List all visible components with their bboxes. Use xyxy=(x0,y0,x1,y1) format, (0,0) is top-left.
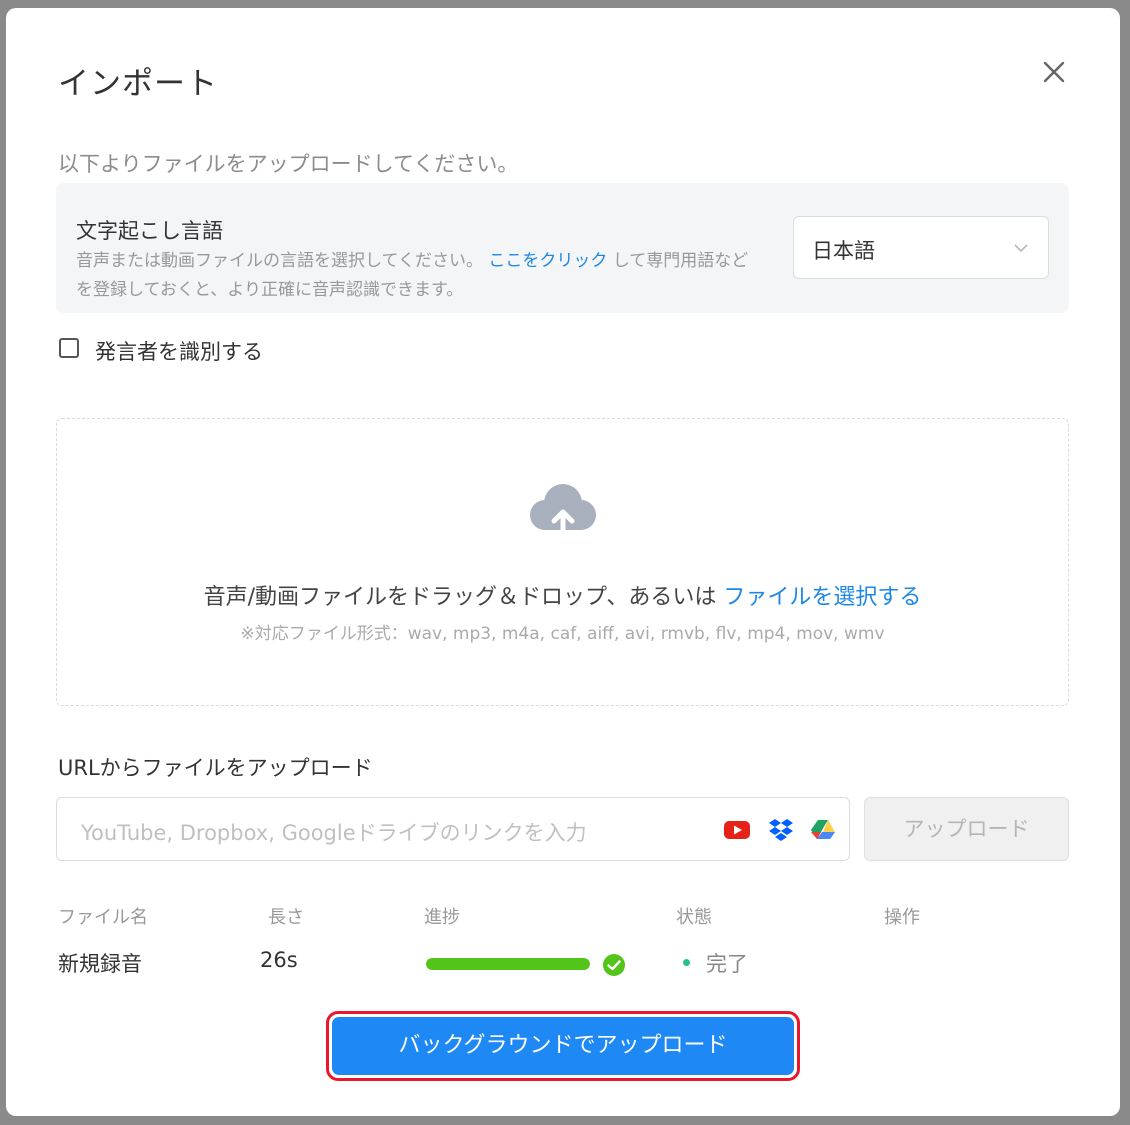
file-length: 26s xyxy=(260,948,298,972)
language-select[interactable]: 日本語 xyxy=(793,216,1049,279)
column-header-progress: 進捗 xyxy=(424,907,460,928)
dropzone-text: 音声/動画ファイルをドラッグ＆ドロップ、あるいは ファイルを選択する xyxy=(57,579,1068,611)
language-panel: 文字起こし言語 音声または動画ファイルの言語を選択してください。 ここをクリック… xyxy=(56,183,1069,313)
dropbox-icon xyxy=(769,819,793,841)
url-upload-label: URLからファイルをアップロード xyxy=(58,756,373,780)
column-header-filename: ファイル名 xyxy=(58,907,148,928)
column-header-length: 長さ xyxy=(268,907,304,928)
progress-bar xyxy=(426,958,590,970)
speaker-checkbox[interactable] xyxy=(59,338,79,358)
column-header-actions: 操作 xyxy=(884,907,920,928)
speaker-label[interactable]: 発言者を識別する xyxy=(95,336,263,366)
cloud-upload-icon xyxy=(530,484,596,542)
progress-bar-fill xyxy=(426,958,590,970)
dropzone-instruction: 音声/動画ファイルをドラッグ＆ドロップ、あるいは xyxy=(203,585,717,610)
dialog-subtitle: 以下よりファイルをアップロードしてください。 xyxy=(58,152,519,176)
close-icon[interactable] xyxy=(1040,58,1068,86)
background-upload-button[interactable]: バックグラウンドでアップロード xyxy=(332,1017,794,1075)
youtube-icon xyxy=(724,821,750,839)
status-dot xyxy=(683,959,690,966)
file-name: 新規録音 xyxy=(58,952,142,976)
language-desc-text: 音声または動画ファイルの言語を選択してください。 xyxy=(76,251,483,271)
background-upload-highlight: バックグラウンドでアップロード xyxy=(326,1011,800,1081)
url-input-placeholder: YouTube, Dropbox, Googleドライブのリンクを入力 xyxy=(81,821,587,845)
check-circle-icon xyxy=(603,954,625,976)
glossary-link[interactable]: ここをクリック xyxy=(488,251,607,271)
language-select-value: 日本語 xyxy=(812,239,875,263)
select-file-link[interactable]: ファイルを選択する xyxy=(723,585,921,610)
language-description: 音声または動画ファイルの言語を選択してください。 ここをクリック して専門用語な… xyxy=(76,247,756,305)
file-dropzone[interactable]: 音声/動画ファイルをドラッグ＆ドロップ、あるいは ファイルを選択する ※対応ファ… xyxy=(56,418,1069,706)
supported-formats: ※対応ファイル形式：wav, mp3, m4a, caf, aiff, avi,… xyxy=(240,624,885,644)
url-upload-button[interactable]: アップロード xyxy=(864,797,1069,861)
status-text: 完了 xyxy=(706,952,748,976)
chevron-down-icon xyxy=(1014,244,1028,253)
dialog-title: インポート xyxy=(58,66,218,102)
google-drive-icon xyxy=(811,820,835,839)
url-input[interactable]: YouTube, Dropbox, Googleドライブのリンクを入力 xyxy=(56,797,850,861)
language-title: 文字起こし言語 xyxy=(76,219,223,243)
column-header-status: 状態 xyxy=(676,907,712,928)
import-dialog: インポート 以下よりファイルをアップロードしてください。 文字起こし言語 音声ま… xyxy=(6,8,1120,1116)
